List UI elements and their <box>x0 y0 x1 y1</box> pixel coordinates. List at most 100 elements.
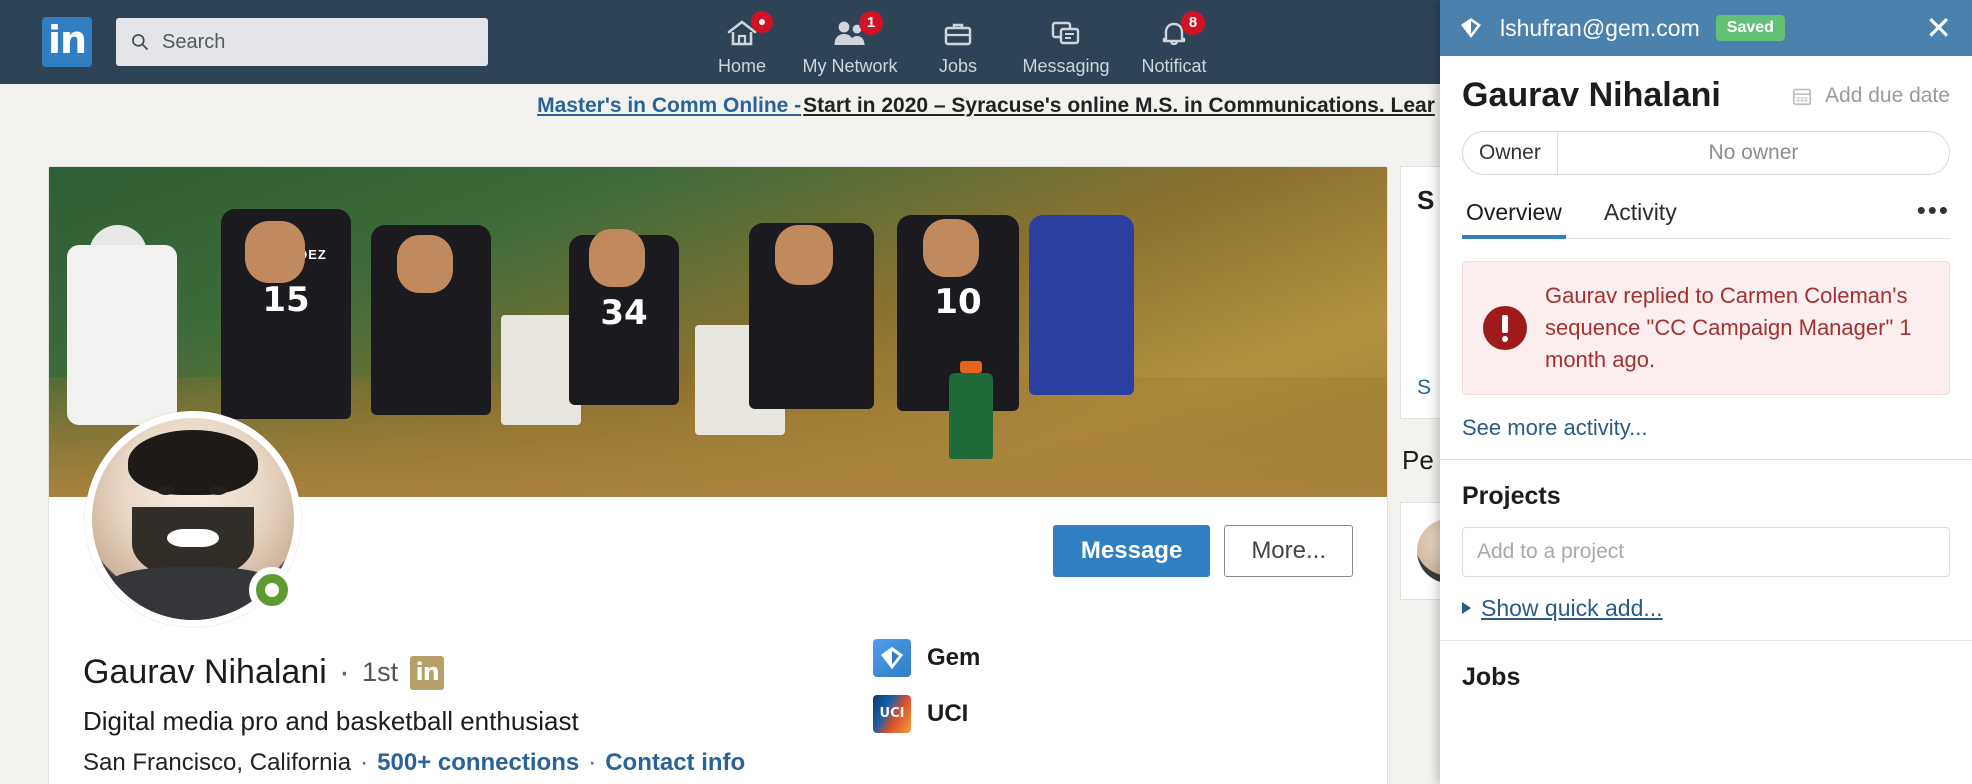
search-bar[interactable] <box>116 18 488 66</box>
nav-item-my-network[interactable]: 1 My Network <box>796 0 904 84</box>
organization-row-uci[interactable]: UCI UCI <box>873 695 980 733</box>
jobs-section: Jobs <box>1440 641 1972 710</box>
online-status-indicator <box>249 567 295 613</box>
meta-separator-1: · <box>360 749 369 776</box>
chat-icon <box>1051 21 1080 44</box>
nav-item-notifications[interactable]: 8 Notificat <box>1120 0 1228 84</box>
activity-alert: Gaurav replied to Carmen Coleman's seque… <box>1462 261 1950 395</box>
uci-logo-icon: UCI <box>873 695 911 733</box>
search-input[interactable] <box>162 30 474 54</box>
cover-head-2 <box>397 235 453 293</box>
chevron-right-icon <box>1462 602 1471 615</box>
calendar-icon <box>1792 88 1812 105</box>
linkedin-logo[interactable]: in <box>42 17 92 67</box>
organizations-list: Gem UCI UCI <box>873 639 980 751</box>
nav-item-jobs[interactable]: Jobs <box>904 0 1012 84</box>
gem-panel-header: lshufran@gem.com Saved ✕ <box>1440 0 1972 56</box>
profile-name: Gaurav Nihalani <box>83 653 327 691</box>
bell-icon-wrap: 8 <box>1157 10 1205 50</box>
nav-item-messaging[interactable]: Messaging <box>1012 0 1120 84</box>
chat-icon-wrap <box>1049 16 1083 50</box>
ad-banner-text: Start in 2020 – Syracuse's online M.S. i… <box>803 94 1435 117</box>
close-icon[interactable]: ✕ <box>1921 12 1956 44</box>
cover-head-1 <box>245 221 305 283</box>
gem-panel-content: Gaurav replied to Carmen Coleman's seque… <box>1440 239 1972 784</box>
briefcase-icon <box>944 23 972 45</box>
briefcase-icon-wrap <box>941 16 975 50</box>
avatar-eye-right <box>209 484 228 495</box>
nav-item-home[interactable]: Home <box>688 0 796 84</box>
screen: in Home <box>0 0 1972 784</box>
tab-overview[interactable]: Overview <box>1462 193 1566 239</box>
add-to-project-input[interactable] <box>1462 526 1950 577</box>
connections-link[interactable]: 500+ connections <box>377 749 579 777</box>
people-icon-wrap: 1 <box>831 10 883 50</box>
gem-diamond-icon <box>1461 18 1481 38</box>
add-due-date-button[interactable]: Add due date <box>1791 84 1950 108</box>
gem-contact-title: Gaurav Nihalani <box>1462 76 1721 114</box>
organization-row-gem[interactable]: Gem <box>873 639 980 677</box>
gem-logo-icon <box>873 639 911 677</box>
gem-diamond-icon <box>880 646 904 670</box>
cover-head-4 <box>775 225 833 285</box>
avatar-smile <box>166 529 220 548</box>
cover-players: BERMUDEZ 15 34 10 <box>49 195 1387 465</box>
nav-label-home: Home <box>717 55 766 76</box>
profile-name-row: Gaurav Nihalani · 1st in <box>83 653 1353 692</box>
search-icon <box>132 34 149 51</box>
my-network-badge: 1 <box>859 10 883 35</box>
nav-label-jobs: Jobs <box>938 55 978 76</box>
contact-info-link[interactable]: Contact info <box>605 749 745 777</box>
profile-name-separator: · <box>338 653 351 691</box>
notifications-badge: 8 <box>1181 10 1205 35</box>
show-quick-add-label: Show quick add... <box>1481 594 1663 621</box>
gem-side-panel: lshufran@gem.com Saved ✕ Gaurav Nihalani… <box>1440 0 1972 784</box>
alert-exclamation-icon <box>1483 305 1527 350</box>
message-button[interactable]: Message <box>1052 525 1211 577</box>
cover-water-bottle <box>949 361 993 459</box>
gem-tab-bar: Overview Activity ••• <box>1462 193 1950 239</box>
owner-value[interactable]: No owner <box>1558 141 1949 165</box>
nav-items: Home 1 My Network Jobs Messaging 8 Notif… <box>688 0 1228 84</box>
avatar-hair <box>128 430 258 495</box>
owner-field[interactable]: Owner No owner <box>1462 131 1950 175</box>
activity-alert-text: Gaurav replied to Carmen Coleman's seque… <box>1545 283 1912 372</box>
profile-location: San Francisco, California <box>83 749 352 776</box>
nav-label-notifications: Notificat <box>1141 55 1207 76</box>
overflow-menu-icon[interactable]: ••• <box>1917 195 1950 236</box>
cover-person-white <box>67 245 177 425</box>
cover-player-6 <box>1029 215 1134 395</box>
nav-label-my-network: My Network <box>802 55 898 76</box>
ad-banner-link[interactable]: Master's in Comm Online - <box>537 94 801 118</box>
cover-player-number-1: 15 <box>262 280 310 321</box>
more-button[interactable]: More... <box>1224 525 1353 577</box>
organization-name-uci: UCI <box>927 700 969 727</box>
meta-separator-2: · <box>588 749 597 776</box>
profile-meta-row: San Francisco, California · 500+ connect… <box>83 749 1353 777</box>
organization-name-gem: Gem <box>927 644 981 671</box>
owner-label: Owner <box>1463 132 1558 174</box>
gem-title-row: Gaurav Nihalani Add due date <box>1440 56 1972 127</box>
home-badge <box>751 10 773 33</box>
linkedin-influencer-badge-icon: in <box>410 655 445 690</box>
gem-account-email: lshufran@gem.com <box>1500 14 1700 41</box>
jobs-section-title: Jobs <box>1462 662 1521 691</box>
projects-section-title: Projects <box>1462 481 1561 510</box>
profile-avatar-wrap[interactable] <box>85 411 301 627</box>
cover-head-5 <box>923 219 979 277</box>
show-quick-add-toggle[interactable]: Show quick add... <box>1462 595 1950 622</box>
home-icon-wrap <box>725 10 773 50</box>
see-more-activity-link[interactable]: See more activity... <box>1462 415 1950 441</box>
nav-label-messaging: Messaging <box>1022 55 1110 76</box>
avatar-eye-left <box>156 484 175 495</box>
cover-player-number-2: 34 <box>600 292 648 333</box>
add-due-date-label: Add due date <box>1825 83 1950 107</box>
tab-activity[interactable]: Activity <box>1600 193 1681 238</box>
saved-status-badge: Saved <box>1715 15 1785 41</box>
profile-card: BERMUDEZ 15 34 10 <box>48 166 1388 784</box>
profile-headline: Digital media pro and basketball enthusi… <box>83 706 579 736</box>
cover-player-number-3: 10 <box>934 281 982 322</box>
profile-degree: 1st <box>362 657 399 687</box>
cover-head-3 <box>589 229 645 287</box>
projects-section: Projects Show quick add... <box>1440 460 1972 640</box>
